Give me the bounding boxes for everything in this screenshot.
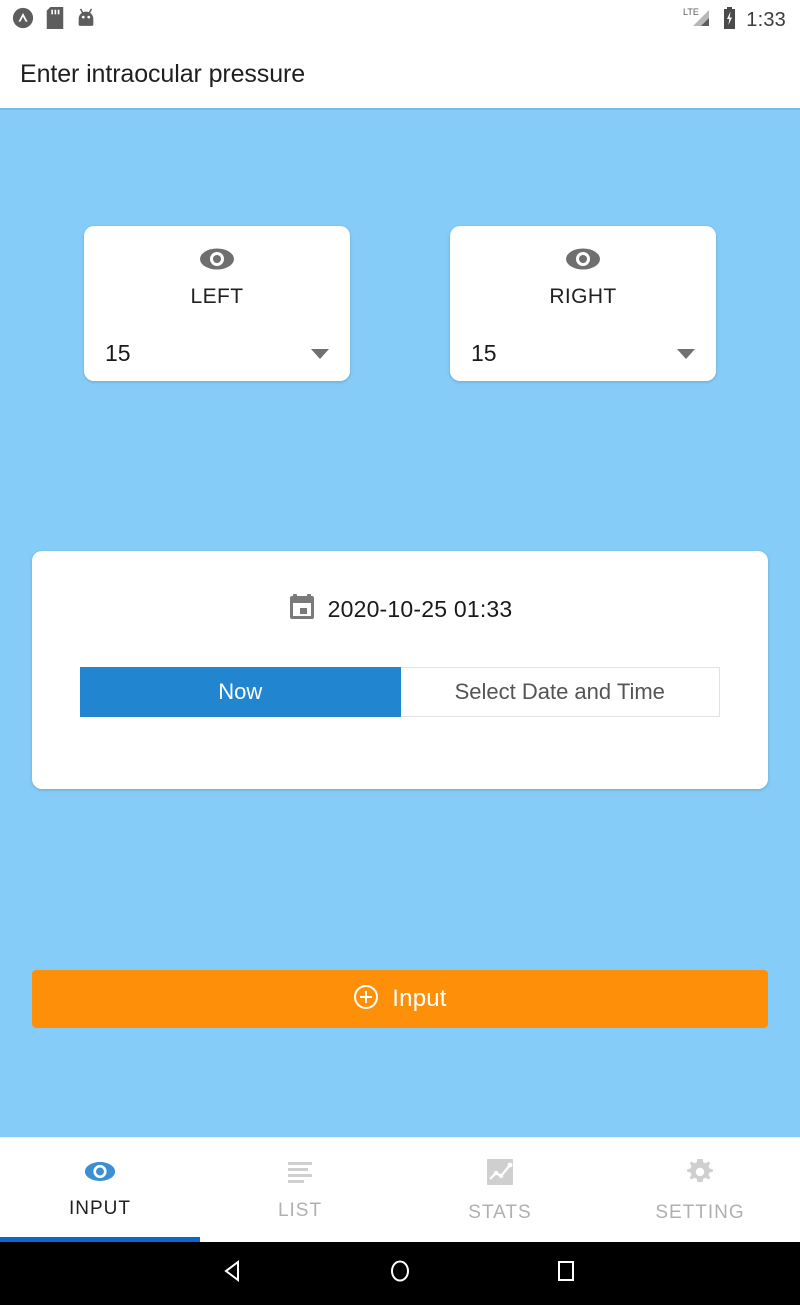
back-triangle-icon[interactable] <box>221 1258 247 1289</box>
left-eye-label: LEFT <box>190 285 244 308</box>
right-eye-dropdown[interactable]: 15 <box>450 340 716 367</box>
app-logo-icon <box>12 7 34 34</box>
datetime-card: 2020-10-25 01:33 Now Select Date and Tim… <box>32 551 768 789</box>
list-icon <box>284 1159 316 1190</box>
right-eye-label: RIGHT <box>549 285 617 308</box>
now-button[interactable]: Now <box>80 667 401 717</box>
right-eye-value: 15 <box>471 340 497 366</box>
input-button[interactable]: Input <box>32 970 768 1028</box>
main-content: LEFT 15 RIGHT 15 2020-10-25 01:33 Now Se… <box>0 110 800 1137</box>
nav-tab-setting[interactable]: SETTING <box>600 1138 800 1242</box>
datetime-value: 2020-10-25 01:33 <box>327 596 513 622</box>
status-bar-clock: 1:33 <box>746 8 786 31</box>
nav-tab-stats[interactable]: STATS <box>400 1138 600 1242</box>
eye-icon <box>83 1160 117 1188</box>
plus-circle-icon <box>353 984 379 1015</box>
select-date-and-time-button[interactable]: Select Date and Time <box>400 667 720 717</box>
nav-tab-setting-label: SETTING <box>655 1201 745 1223</box>
svg-text:LTE: LTE <box>683 7 699 17</box>
nav-tab-input-label: INPUT <box>69 1198 131 1219</box>
page-title: Enter intraocular pressure <box>20 59 306 88</box>
gear-icon <box>685 1157 715 1192</box>
sd-card-icon <box>46 6 64 34</box>
nav-tab-list-label: LIST <box>277 1199 323 1221</box>
right-eye-card[interactable]: RIGHT 15 <box>450 226 716 381</box>
app-bar: Enter intraocular pressure <box>0 40 800 110</box>
nav-tab-stats-label: STATS <box>468 1201 532 1223</box>
calendar-icon <box>288 593 316 626</box>
dropdown-caret-icon <box>677 348 695 359</box>
left-eye-card[interactable]: LEFT 15 <box>84 226 350 381</box>
android-system-navigation <box>0 1242 800 1305</box>
nav-tab-list[interactable]: LIST <box>200 1138 400 1242</box>
eye-icon <box>565 247 601 276</box>
status-bar: LTE 1:33 <box>0 0 800 40</box>
active-tab-indicator <box>0 1237 200 1242</box>
input-button-label: Input <box>392 985 447 1012</box>
eye-icon <box>199 247 235 276</box>
status-bar-right-icons: LTE 1:33 <box>683 6 786 35</box>
left-eye-value: 15 <box>105 340 131 366</box>
bottom-navigation: INPUT LIST STATS SETTING <box>0 1137 800 1242</box>
status-bar-left-icons <box>12 6 96 34</box>
chart-icon <box>485 1157 515 1192</box>
battery-charging-icon <box>722 6 737 35</box>
datetime-segmented-control: Now Select Date and Time <box>80 667 720 717</box>
lte-signal-icon: LTE <box>683 6 713 35</box>
eye-cards-row: LEFT 15 RIGHT 15 <box>0 226 800 381</box>
android-robot-icon <box>76 7 96 34</box>
left-eye-dropdown[interactable]: 15 <box>84 340 350 367</box>
dropdown-caret-icon <box>311 348 329 359</box>
nav-tab-input[interactable]: INPUT <box>0 1138 200 1242</box>
home-circle-icon[interactable] <box>387 1258 413 1289</box>
recents-square-icon[interactable] <box>553 1258 579 1289</box>
datetime-display: 2020-10-25 01:33 <box>32 551 768 626</box>
